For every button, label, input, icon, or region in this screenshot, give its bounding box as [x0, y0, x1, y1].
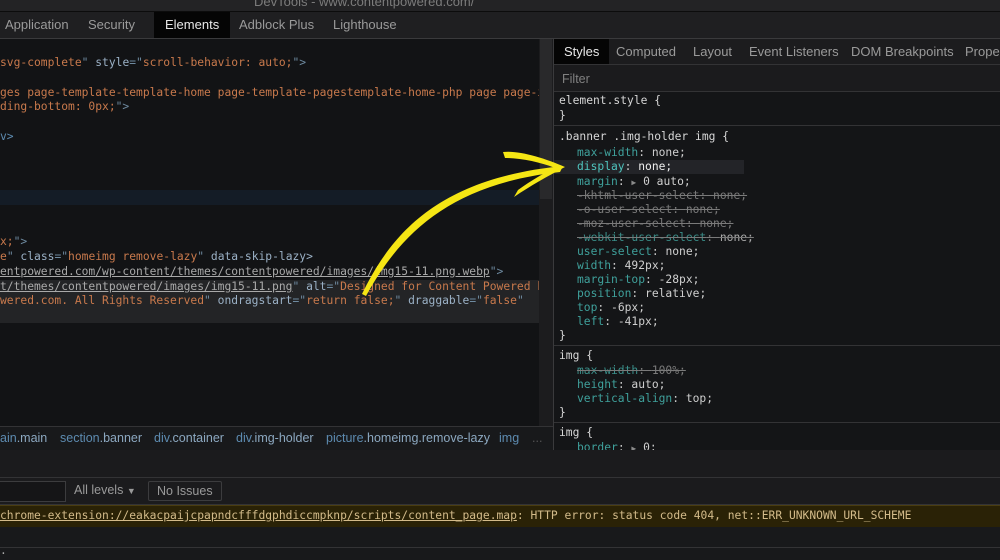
tab-event-listeners[interactable]: Event Listeners	[749, 39, 839, 64]
tab-layout[interactable]: Layout	[693, 39, 732, 64]
breadcrumb: ain.main section.banner div.container di…	[0, 426, 553, 452]
css-property[interactable]: vertical-align: top;	[577, 392, 713, 406]
elements-scrollbar[interactable]	[539, 39, 553, 426]
attr-value: ding-bottom: 0px;	[0, 100, 116, 113]
warning-text: : HTTP error: status code 404, net::ERR_…	[516, 509, 912, 522]
console-prompt[interactable]: .	[0, 544, 7, 557]
css-property-overridden[interactable]: -webkit-user-select: none;	[577, 231, 754, 245]
console-filter-input[interactable]	[0, 481, 66, 502]
log-levels-dropdown[interactable]: All levels ▼	[74, 483, 136, 497]
styles-pane: Styles Computed Layout Event Listeners D…	[553, 39, 1000, 450]
tab-application[interactable]: Application	[1, 12, 73, 38]
rule-selector[interactable]: img {	[559, 426, 593, 440]
styles-tabbar: Styles Computed Layout Event Listeners D…	[554, 39, 1000, 65]
chevron-down-icon: ▼	[126, 486, 136, 496]
css-property-display[interactable]: display: none;	[577, 160, 672, 174]
styles-filter-input[interactable]	[560, 69, 984, 89]
tab-properties[interactable]: Proper	[965, 39, 1000, 64]
window-titlebar: DevTools - www.contentpowered.com/	[0, 0, 1000, 12]
crumb-main[interactable]: ain.main	[0, 431, 47, 445]
srcset-link[interactable]: entpowered.com/wp-content/themes/content…	[0, 265, 490, 278]
attr-value: ges page-template-template-home page-tem…	[0, 86, 539, 99]
styles-filter	[554, 65, 1000, 92]
rule-divider	[554, 422, 1000, 423]
css-property[interactable]: border: ▶ 0;	[577, 441, 657, 450]
dom-line[interactable]: wered.com. All Rights Reserved" ondragst…	[0, 294, 524, 308]
dom-line[interactable]: x;">	[0, 235, 27, 249]
attr-value: svg-complete	[0, 56, 82, 69]
tag-name: v>	[0, 130, 14, 143]
css-property-overridden[interactable]: max-width: 100%;	[577, 364, 686, 378]
css-property[interactable]: user-select: none;	[577, 245, 699, 259]
crumb-picture[interactable]: picture.homeimg.remove-lazy	[326, 431, 490, 445]
elements-dom-tree[interactable]: svg-complete" style="scroll-behavior: au…	[0, 39, 539, 426]
expand-triangle-icon[interactable]: ▶	[631, 178, 636, 187]
dom-line[interactable]: e" class="homeimg remove-lazy" data-skip…	[0, 250, 313, 264]
crumb-div-img-holder[interactable]: div.img-holder	[236, 431, 314, 445]
dom-line[interactable]: ges page-template-template-home page-tem…	[0, 86, 539, 100]
dom-line[interactable]: v>	[0, 130, 14, 144]
attr-name: style	[95, 56, 130, 69]
rule-divider	[554, 125, 1000, 126]
rule-close-brace: }	[559, 329, 566, 342]
dom-hover-row	[0, 190, 539, 205]
scrollbar-thumb[interactable]	[540, 39, 552, 199]
dom-line[interactable]: svg-complete" style="scroll-behavior: au…	[0, 56, 306, 70]
dom-line[interactable]: entpowered.com/wp-content/themes/content…	[0, 265, 503, 279]
issues-button[interactable]: No Issues	[148, 481, 222, 501]
css-property[interactable]: width: 492px;	[577, 259, 665, 273]
window-title: DevTools - www.contentpowered.com/	[254, 0, 475, 9]
css-property[interactable]: position: relative;	[577, 287, 706, 301]
dom-line-selected-img[interactable]: t/themes/contentpowered/images/img15-11.…	[0, 280, 539, 294]
console-drawer-header	[0, 450, 1000, 478]
css-property[interactable]: margin-top: -28px;	[577, 273, 699, 287]
devtools-main-tabbar: Application Security Elements Adblock Pl…	[0, 12, 1000, 39]
console-warning-row: chrome-extension://eakacpaijcpapndcfffdg…	[0, 505, 1000, 528]
crumb-img[interactable]: img	[499, 431, 519, 445]
console-toolbar: All levels ▼ No Issues	[0, 478, 1000, 505]
dom-line[interactable]: ding-bottom: 0px;">	[0, 100, 129, 114]
rule-selector[interactable]: .banner .img-holder img {	[559, 130, 729, 144]
rule-selector[interactable]: img {	[559, 349, 593, 363]
css-property[interactable]: top: -6px;	[577, 301, 645, 315]
rule-close-brace: }	[559, 109, 566, 122]
tab-security[interactable]: Security	[84, 12, 139, 38]
crumb-section-banner[interactable]: section.banner	[60, 431, 142, 445]
rule-close-brace: }	[559, 406, 566, 419]
rule-divider	[554, 345, 1000, 346]
css-property-overridden[interactable]: -o-user-select: none;	[577, 203, 720, 217]
tab-dom-breakpoints[interactable]: DOM Breakpoints	[851, 39, 954, 64]
src-link[interactable]: t/themes/contentpowered/images/img15-11.…	[0, 280, 292, 293]
source-map-link[interactable]: chrome-extension://eakacpaijcpapndcfffdg…	[0, 509, 517, 522]
tab-adblock-plus[interactable]: Adblock Plus	[235, 12, 318, 38]
tab-elements[interactable]: Elements	[154, 12, 231, 38]
css-property[interactable]: margin: ▶ 0 auto;	[577, 175, 691, 190]
crumb-div-container[interactable]: div.container	[154, 431, 224, 445]
crumb-overflow[interactable]: ...	[532, 431, 542, 445]
css-property[interactable]: left: -41px;	[577, 315, 659, 329]
tab-lighthouse[interactable]: Lighthouse	[329, 12, 401, 38]
attr-value: scroll-behavior: auto;	[142, 56, 293, 69]
tab-computed[interactable]: Computed	[616, 39, 676, 64]
css-property-overridden[interactable]: -moz-user-select: none;	[577, 217, 733, 231]
css-property[interactable]: height: auto;	[577, 378, 665, 392]
css-property-overridden[interactable]: -khtml-user-select: none;	[577, 189, 747, 203]
css-property[interactable]: max-width: none;	[577, 146, 686, 160]
tab-styles[interactable]: Styles	[554, 39, 610, 64]
rule-selector[interactable]: element.style {	[559, 94, 661, 108]
console-row	[0, 527, 1000, 548]
